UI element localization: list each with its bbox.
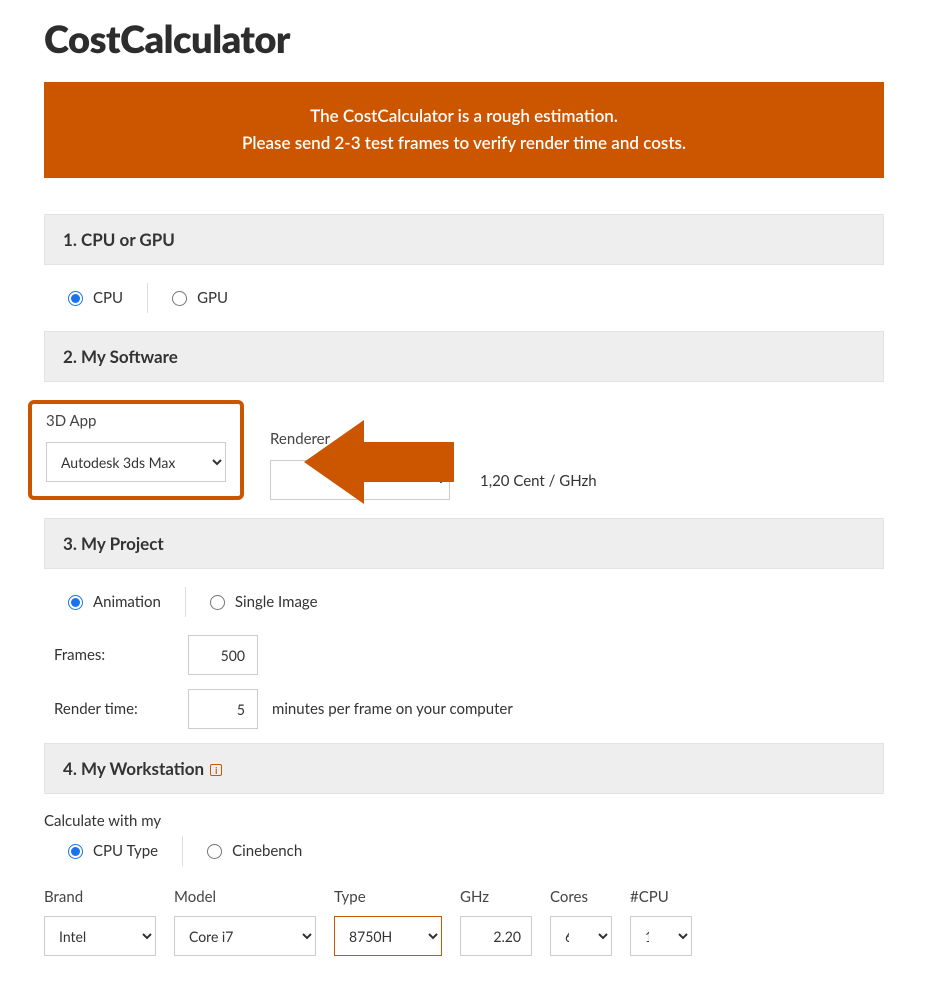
radio-cputype[interactable]: CPU Type <box>68 836 158 866</box>
cores-group: Cores 6 <box>550 888 612 956</box>
ghz-group: GHz <box>460 888 532 956</box>
radio-cinebench-label: Cinebench <box>232 842 302 860</box>
section-1-header: 1. CPU or GPU <box>44 214 884 265</box>
radio-animation-input[interactable] <box>68 595 83 610</box>
radio-cpu-input[interactable] <box>68 291 83 306</box>
brand-label: Brand <box>44 888 156 906</box>
brand-group: Brand Intel <box>44 888 156 956</box>
radio-single-label: Single Image <box>235 593 318 611</box>
project-type-row: Animation Single Image <box>44 587 884 635</box>
calc-with-label: Calculate with my <box>44 812 884 836</box>
radio-single[interactable]: Single Image <box>210 587 318 617</box>
app-label: 3D App <box>46 412 226 430</box>
type-group: Type 8750H <box>334 888 442 956</box>
price-text: 1,20 Cent / GHzh <box>480 472 597 500</box>
rendertime-input[interactable] <box>188 689 258 729</box>
app-select[interactable]: Autodesk 3ds Max <box>46 442 226 482</box>
radio-cpu-label: CPU <box>93 289 123 307</box>
workstation-row: Brand Intel Model Core i7 Type 8750H GHz… <box>44 884 884 956</box>
frames-label: Frames: <box>54 646 174 664</box>
ghz-label: GHz <box>460 888 532 906</box>
info-icon[interactable]: i <box>210 764 222 776</box>
cores-label: Cores <box>550 888 612 906</box>
radio-animation-label: Animation <box>93 593 161 611</box>
section-2-header: 2. My Software <box>44 331 884 382</box>
section-4-header: 4. My Workstation i <box>44 743 884 794</box>
renderer-label: Renderer <box>270 430 450 448</box>
section-3-header: 3. My Project <box>44 518 884 569</box>
brand-select[interactable]: Intel <box>44 916 156 956</box>
radio-gpu[interactable]: GPU <box>172 283 228 313</box>
alert-banner: The CostCalculator is a rough estimation… <box>44 82 884 178</box>
radio-gpu-label: GPU <box>197 289 228 307</box>
alert-line-1: The CostCalculator is a rough estimation… <box>64 102 864 129</box>
rendertime-row: Render time: minutes per frame on your c… <box>44 689 884 743</box>
model-group: Model Core i7 <box>174 888 316 956</box>
divider <box>147 283 148 313</box>
radio-cpu[interactable]: CPU <box>68 283 123 313</box>
app-highlight-box: 3D App Autodesk 3ds Max <box>28 400 244 500</box>
ncpu-label: #CPU <box>630 888 692 906</box>
radio-animation[interactable]: Animation <box>68 587 161 617</box>
calc-method-row: CPU Type Cinebench <box>44 836 884 884</box>
software-row: 3D App Autodesk 3ds Max Renderer 1,20 Ce… <box>44 400 884 518</box>
radio-cputype-label: CPU Type <box>93 842 158 860</box>
ghz-input[interactable] <box>460 916 532 956</box>
rendertime-suffix: minutes per frame on your computer <box>272 700 513 718</box>
rendertime-label: Render time: <box>54 700 174 718</box>
radio-single-input[interactable] <box>210 595 225 610</box>
radio-cinebench[interactable]: Cinebench <box>207 836 302 866</box>
model-select[interactable]: Core i7 <box>174 916 316 956</box>
model-label: Model <box>174 888 316 906</box>
frames-input[interactable] <box>188 635 258 675</box>
page-title: CostCalculator <box>44 16 884 62</box>
radio-cinebench-input[interactable] <box>207 844 222 859</box>
renderer-group: Renderer <box>270 430 450 500</box>
divider <box>182 836 183 866</box>
ncpu-group: #CPU 1 <box>630 888 692 956</box>
renderer-select[interactable] <box>270 460 450 500</box>
alert-line-2: Please send 2-3 test frames to verify re… <box>64 129 864 156</box>
frames-row: Frames: <box>44 635 884 689</box>
cpu-gpu-row: CPU GPU <box>44 283 884 331</box>
section-4-title: 4. My Workstation <box>63 758 204 779</box>
radio-gpu-input[interactable] <box>172 291 187 306</box>
type-select[interactable]: 8750H <box>334 916 442 956</box>
type-label: Type <box>334 888 442 906</box>
radio-cputype-input[interactable] <box>68 844 83 859</box>
cores-select[interactable]: 6 <box>550 916 612 956</box>
ncpu-select[interactable]: 1 <box>630 916 692 956</box>
divider <box>185 587 186 617</box>
